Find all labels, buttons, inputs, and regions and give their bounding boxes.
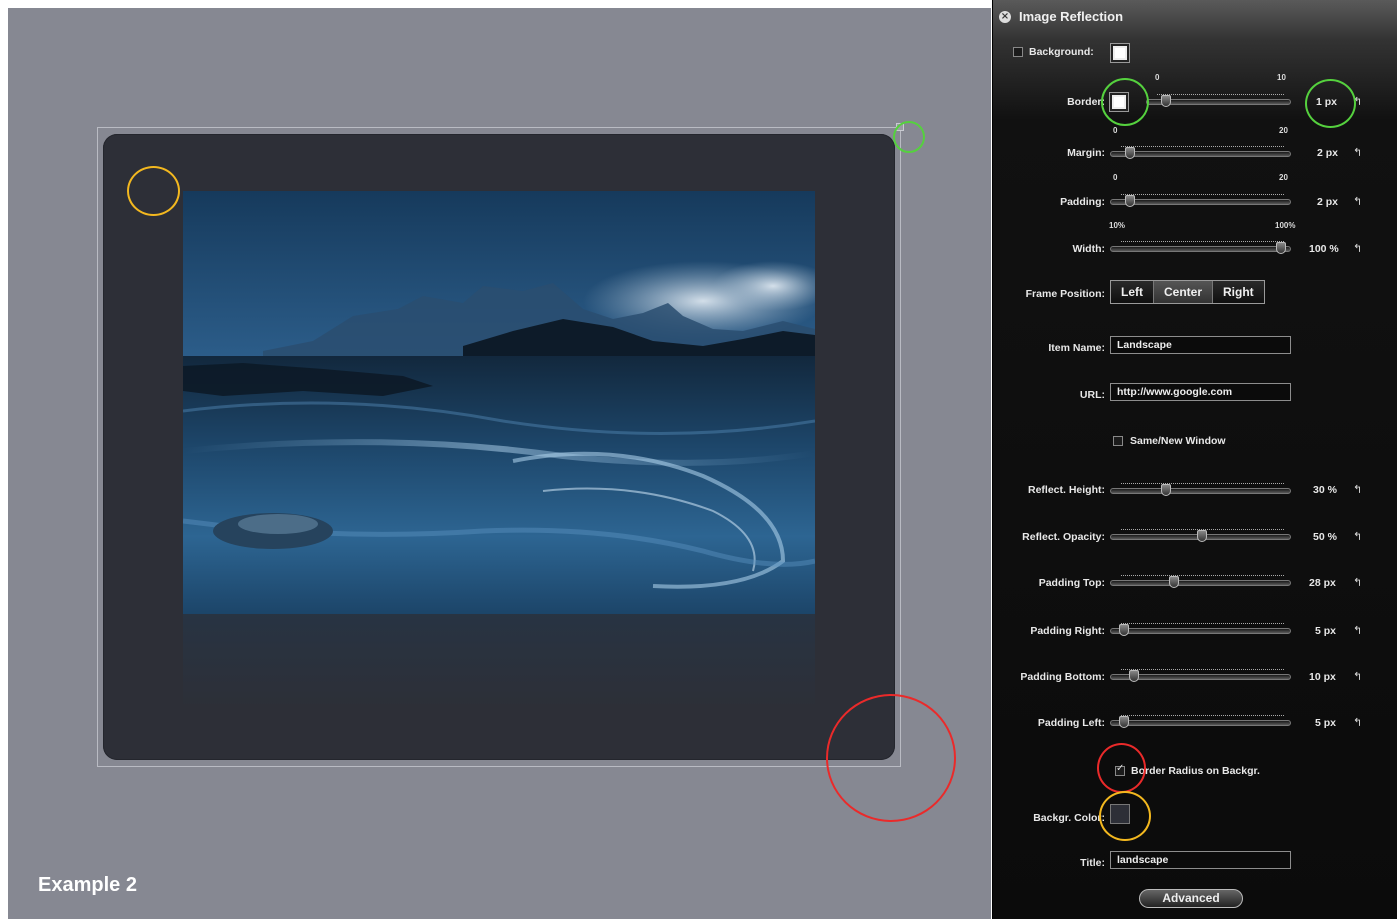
advanced-button[interactable]: Advanced bbox=[1139, 889, 1243, 908]
frame-position-left[interactable]: Left bbox=[1111, 281, 1154, 303]
width-label: Width: bbox=[1072, 243, 1105, 255]
padding-top-slider-knob[interactable] bbox=[1169, 576, 1179, 588]
padding-slider[interactable] bbox=[1110, 194, 1291, 207]
item-name-label: Item Name: bbox=[1048, 342, 1105, 354]
resize-handle[interactable] bbox=[896, 123, 904, 131]
padding-left-slider[interactable] bbox=[1110, 715, 1291, 728]
padding-left-slider-knob[interactable] bbox=[1119, 716, 1129, 728]
background-label: Background: bbox=[1029, 46, 1094, 58]
padding-right-slider-knob[interactable] bbox=[1119, 624, 1129, 636]
border-reset-icon[interactable]: ↰ bbox=[1353, 95, 1362, 108]
reflect-height-label: Reflect. Height: bbox=[1027, 484, 1105, 496]
reflect-height-slider-knob[interactable] bbox=[1161, 484, 1171, 496]
same-new-window-label: Same/New Window bbox=[1130, 435, 1226, 447]
width-slider[interactable] bbox=[1110, 241, 1291, 254]
margin-value: 2 px bbox=[1317, 147, 1339, 159]
padding-bottom-slider-knob[interactable] bbox=[1129, 670, 1139, 682]
title-field[interactable]: landscape bbox=[1110, 851, 1291, 869]
border-min-tick: 0 bbox=[1155, 73, 1160, 82]
border-label: Border: bbox=[1067, 96, 1105, 108]
padding-top-value: 28 px bbox=[1309, 577, 1336, 589]
inspector-title-bar: × Image Reflection bbox=[993, 0, 1397, 32]
padding-left-label: Padding Left: bbox=[1037, 717, 1105, 729]
image-reflection-inspector: × Image Reflection Background: 0 10 Bord… bbox=[992, 0, 1397, 919]
padding-reset-icon[interactable]: ↰ bbox=[1353, 195, 1362, 208]
margin-slider[interactable] bbox=[1110, 146, 1291, 159]
padding-right-value: 5 px bbox=[1315, 625, 1337, 637]
reflect-height-slider[interactable] bbox=[1110, 483, 1291, 496]
padding-slider-knob[interactable] bbox=[1125, 195, 1135, 207]
url-field[interactable]: http://www.google.com bbox=[1110, 383, 1291, 401]
padding-min-tick: 0 bbox=[1113, 173, 1118, 182]
title-label: Title: bbox=[1080, 857, 1105, 869]
padding-max-tick: 20 bbox=[1279, 173, 1288, 182]
reflect-opacity-slider[interactable] bbox=[1110, 529, 1291, 542]
frame-position-right[interactable]: Right bbox=[1213, 281, 1264, 303]
width-value: 100 % bbox=[1309, 243, 1339, 255]
padding-top-slider[interactable] bbox=[1110, 575, 1291, 588]
border-radius-label: Border Radius on Backgr. bbox=[1131, 765, 1260, 777]
padding-top-label: Padding Top: bbox=[1038, 577, 1105, 589]
reflect-opacity-value: 50 % bbox=[1313, 531, 1337, 543]
padding-bottom-label: Padding Bottom: bbox=[1020, 671, 1105, 683]
border-max-tick: 10 bbox=[1277, 73, 1286, 82]
border-slider-knob[interactable] bbox=[1161, 95, 1171, 107]
reflect-height-reset-icon[interactable]: ↰ bbox=[1353, 483, 1362, 496]
padding-top-reset-icon[interactable]: ↰ bbox=[1353, 576, 1362, 589]
margin-label: Margin: bbox=[1067, 147, 1105, 159]
backgr-color-label: Backgr. Color: bbox=[1033, 812, 1105, 824]
url-label: URL: bbox=[1079, 389, 1105, 401]
margin-max-tick: 20 bbox=[1279, 126, 1288, 135]
border-color-swatch[interactable] bbox=[1109, 92, 1129, 112]
landscape-image[interactable] bbox=[183, 191, 815, 614]
width-min-tick: 10% bbox=[1109, 221, 1126, 230]
frame-position-segmented[interactable]: Left Center Right bbox=[1110, 280, 1265, 304]
background-checkbox[interactable] bbox=[1013, 47, 1023, 57]
margin-slider-knob[interactable] bbox=[1125, 147, 1135, 159]
padding-bottom-slider[interactable] bbox=[1110, 669, 1291, 682]
padding-right-label: Padding Right: bbox=[1030, 625, 1105, 637]
padding-bottom-reset-icon[interactable]: ↰ bbox=[1353, 670, 1362, 683]
padding-bottom-value: 10 px bbox=[1309, 671, 1336, 683]
border-radius-checkbox[interactable] bbox=[1115, 763, 1125, 776]
padding-left-value: 5 px bbox=[1315, 717, 1337, 729]
inspector-title: Image Reflection bbox=[1019, 9, 1124, 24]
border-slider[interactable] bbox=[1146, 94, 1291, 107]
width-reset-icon[interactable]: ↰ bbox=[1353, 242, 1362, 255]
reflect-opacity-slider-knob[interactable] bbox=[1197, 530, 1207, 542]
background-color-swatch[interactable] bbox=[1110, 43, 1130, 63]
padding-left-reset-icon[interactable]: ↰ bbox=[1353, 716, 1362, 729]
backgr-color-swatch[interactable] bbox=[1110, 804, 1130, 824]
padding-right-reset-icon[interactable]: ↰ bbox=[1353, 624, 1362, 637]
image-reflection bbox=[183, 614, 815, 704]
example-label: Example 2 bbox=[38, 874, 137, 896]
item-name-field[interactable]: Landscape bbox=[1110, 336, 1291, 354]
padding-label: Padding: bbox=[1060, 196, 1105, 208]
frame-position-center[interactable]: Center bbox=[1154, 281, 1214, 303]
close-icon[interactable]: × bbox=[999, 11, 1011, 23]
frame-position-label: Frame Position: bbox=[1025, 288, 1105, 300]
reflect-opacity-reset-icon[interactable]: ↰ bbox=[1353, 530, 1362, 543]
same-new-window-checkbox[interactable] bbox=[1113, 436, 1123, 446]
border-value: 1 px bbox=[1316, 96, 1338, 108]
margin-min-tick: 0 bbox=[1113, 126, 1118, 135]
margin-reset-icon[interactable]: ↰ bbox=[1353, 146, 1362, 159]
reflect-height-value: 30 % bbox=[1313, 484, 1337, 496]
padding-value: 2 px bbox=[1317, 196, 1339, 208]
width-max-tick: 100% bbox=[1275, 221, 1296, 230]
width-slider-knob[interactable] bbox=[1276, 242, 1286, 254]
padding-right-slider[interactable] bbox=[1110, 623, 1291, 636]
reflect-opacity-label: Reflect. Opacity: bbox=[1022, 531, 1105, 543]
